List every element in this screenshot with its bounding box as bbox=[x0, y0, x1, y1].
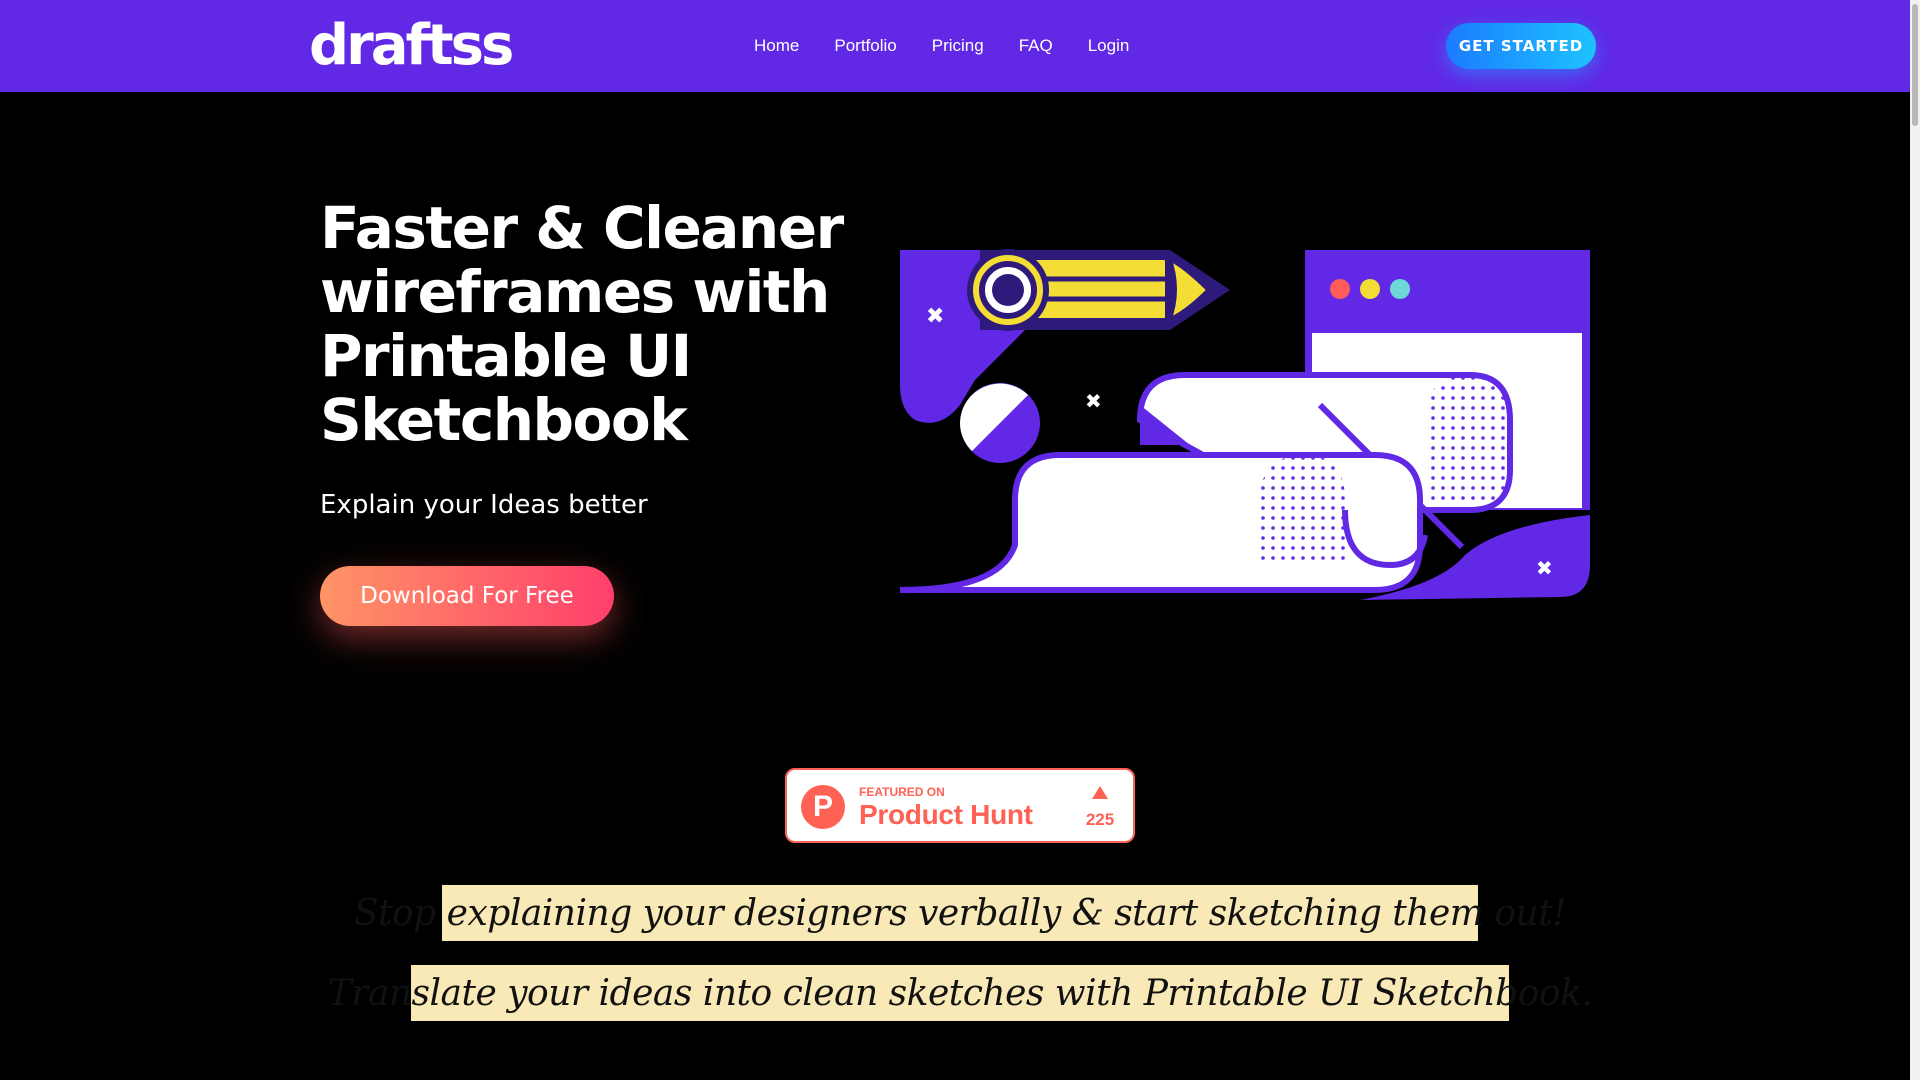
upvote-icon bbox=[1092, 786, 1108, 799]
download-for-free-button[interactable]: Download For Free bbox=[320, 566, 614, 626]
hero-title: Faster & Cleaner wireframes with Printab… bbox=[320, 196, 900, 452]
product-hunt-vote-count: 225 bbox=[1085, 810, 1115, 829]
tagline-banner-2: Translate your ideas into clean sketches… bbox=[328, 965, 1593, 1021]
wireframe-illustration: ✖ ✖ ✖ bbox=[900, 249, 1590, 600]
nav-login-link[interactable]: Login bbox=[1088, 36, 1130, 56]
page-scrollbar[interactable] bbox=[1910, 0, 1920, 1080]
nav-portfolio-link[interactable]: Portfolio bbox=[834, 36, 896, 56]
scrollbar-thumb[interactable] bbox=[1912, 4, 1918, 126]
tagline-banner-1: Stop explaining your designers verbally … bbox=[354, 885, 1567, 941]
get-started-button[interactable]: GET STARTED bbox=[1446, 23, 1596, 69]
hero-title-line-4: Sketchbook bbox=[320, 386, 688, 454]
draftss-logo[interactable]: draftss bbox=[309, 10, 514, 82]
pencil-icon bbox=[967, 249, 1230, 331]
top-navbar: draftss Home Portfolio Pricing FAQ Login… bbox=[0, 0, 1910, 92]
x-mark-icon-1: ✖ bbox=[926, 304, 944, 329]
hero-subtitle: Explain your Ideas better bbox=[320, 490, 648, 520]
hero-title-line-3: Printable UI bbox=[320, 322, 692, 390]
product-hunt-name: Product Hunt bbox=[859, 799, 1033, 830]
product-hunt-featured-label: FEATURED ON bbox=[859, 785, 945, 799]
paper-scroll-lower bbox=[900, 452, 1428, 593]
hero-title-line-2: wireframes with bbox=[320, 258, 830, 326]
nav-faq-link[interactable]: FAQ bbox=[1019, 36, 1053, 56]
hero-title-line-1: Faster & Cleaner bbox=[320, 194, 844, 262]
x-mark-icon-3: ✖ bbox=[1536, 556, 1553, 580]
nav-pricing-link[interactable]: Pricing bbox=[932, 36, 984, 56]
nav-links: Home Portfolio Pricing FAQ Login bbox=[754, 0, 1164, 92]
nav-home-link[interactable]: Home bbox=[754, 36, 799, 56]
product-hunt-icon: P bbox=[801, 785, 845, 829]
product-hunt-badge[interactable]: P FEATURED ON Product Hunt 225 bbox=[785, 768, 1135, 843]
x-mark-icon-2: ✖ bbox=[1085, 389, 1102, 413]
